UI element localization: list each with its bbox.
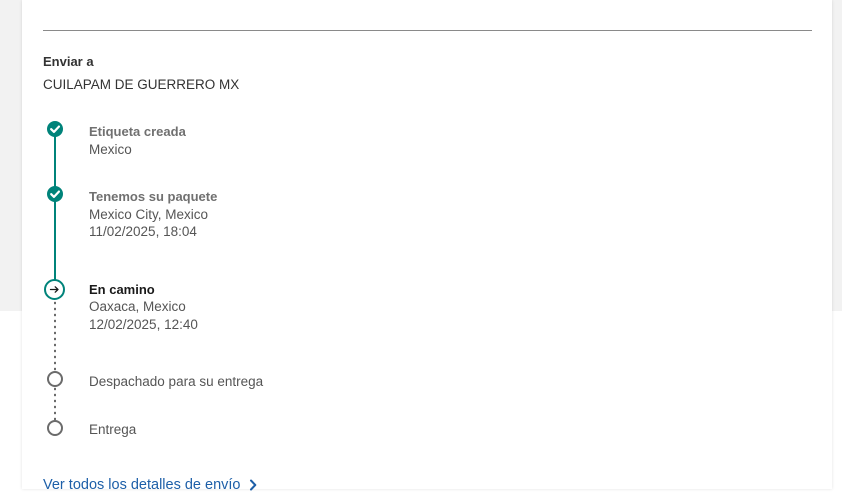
step-title: Despachado para su entrega: [89, 374, 264, 389]
timeline-line-completed: [54, 131, 56, 281]
step-datetime: 12/02/2025, 12:40: [89, 317, 198, 332]
timeline-line-pending: [54, 386, 56, 422]
check-icon: [47, 186, 63, 202]
step-title: Tenemos su paquete: [89, 189, 218, 204]
view-all-shipping-details-link[interactable]: Ver todos los detalles de envío: [43, 477, 257, 493]
step-location: Oaxaca, Mexico: [89, 299, 186, 314]
check-icon: [47, 121, 63, 137]
step-title: Entrega: [89, 422, 137, 437]
empty-circle-icon: [47, 371, 63, 387]
step-title: En camino: [89, 282, 155, 297]
chevron-right-icon: [249, 479, 256, 491]
timeline-line-pending: [54, 300, 56, 374]
step-location: Mexico: [89, 142, 132, 157]
step-datetime: 11/02/2025, 18:04: [89, 224, 197, 239]
step-title: Etiqueta creada: [89, 124, 186, 139]
arrow-right-icon: [44, 279, 65, 300]
empty-circle-icon: [47, 420, 63, 436]
ship-to-destination: CUILAPAM DE GUERRERO MX: [43, 77, 240, 92]
step-location: Mexico City, Mexico: [89, 207, 209, 222]
details-link-label: Ver todos los detalles de envío: [43, 477, 241, 493]
ship-to-label: Enviar a: [43, 54, 94, 69]
divider: [43, 30, 812, 31]
shipment-tracking-card: Enviar a CUILAPAM DE GUERRERO MX Etiquet…: [22, 0, 832, 493]
